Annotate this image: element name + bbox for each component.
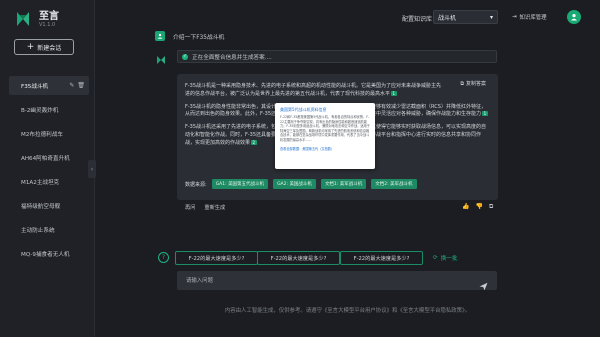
citation-badge[interactable]: 2 [251, 139, 257, 145]
copy-answer-label: 复制答案 [465, 81, 486, 87]
citation-popup: 美国第5代战斗机资料信息 F-22和F-35都是美国第5代战斗机，有着各自的特点… [275, 103, 375, 169]
source-tag[interactable]: GA1: 美国第五代战斗机 [211, 179, 269, 189]
sidebar-item-defense[interactable]: 主动防止系统 [9, 220, 89, 239]
copy-icon: ⧉ [460, 80, 464, 87]
answer-links: 再问 重新生成 [185, 204, 225, 211]
feedback-bar: 👍 👎 ⧉ [462, 203, 493, 211]
send-icon [479, 282, 488, 291]
kb-manage-link[interactable]: ⇥ 知识库管理 [512, 13, 547, 21]
collapse-sidebar-button[interactable]: ‹ [88, 160, 96, 178]
source-tag[interactable]: 文档1: 美军战斗机 [320, 179, 367, 189]
sidebar-item-label: B-2幽灵轰炸机 [21, 107, 59, 114]
disclaimer-footer: 内容由人工智能生成，仅供参考。请遵守《至言大模型平台用户协议》和《至言大模型平台… [224, 308, 471, 314]
thumbs-up-icon[interactable]: 👍 [462, 203, 469, 211]
chevron-down-icon: ▾ [489, 13, 493, 21]
edit-icon[interactable]: ✎ [69, 82, 74, 89]
sidebar-item-mq9[interactable]: MQ-9捕食者无人机 [9, 244, 89, 263]
avatar-icon [571, 14, 577, 21]
sidebar-item-m2[interactable]: M2布拉德利战车 [9, 124, 89, 143]
logo-icon [13, 9, 33, 29]
sidebar-item-label: MQ-9捕食者无人机 [21, 251, 70, 258]
paragraph-text: F-35战斗机是一种采用隐身技术、先进的电子系统和高超的机动性能的战斗机。它是美… [185, 83, 442, 97]
user-message: 介绍一下F35战斗机 [173, 34, 225, 41]
popup-body: F-22和F-35都是美国第5代战斗机，有着各自的特点和优势，F-22主要用于争… [280, 115, 370, 142]
new-chat-label: 新建会话 [37, 44, 62, 52]
popup-footer-link[interactable]: 查看全部数据：美国第五代（文档数） [280, 146, 370, 151]
sidebar-item-label: 主动防止系统 [21, 227, 55, 234]
kb-manage-label: 知识库管理 [519, 15, 547, 21]
kb-manage-icon: ⇥ [512, 14, 517, 20]
sidebar: 至言 V1.1.0 + 新建会话 F35战斗机 ✎ 🗑 B-2幽灵轰炸机 M2布… [0, 0, 95, 337]
collapse-icon: ‹ [90, 165, 94, 173]
sidebar-item-ah64[interactable]: AH64阿帕奇直升机 [9, 148, 89, 167]
user-message-row: 介绍一下F35战斗机 [155, 31, 224, 41]
citation-badge[interactable]: 1 [391, 90, 397, 96]
sidebar-item-ford[interactable]: 福特级航空母舰 [9, 196, 89, 215]
sidebar-item-f35[interactable]: F35战斗机 ✎ 🗑 [9, 76, 89, 95]
sidebar-item-label: M1A2主战坦克 [21, 179, 60, 186]
citation-badge[interactable]: 1 [482, 111, 488, 117]
generation-status: ✓ 正在全面整合信息并生成答案.... [177, 50, 497, 63]
copy-icon[interactable]: ⧉ [489, 203, 493, 211]
copy-answer-button[interactable]: ⧉ 复制答案 [460, 80, 486, 88]
popup-title: 美国第5代战斗机资料信息 [280, 107, 327, 112]
question-input[interactable] [186, 275, 466, 286]
suggested-question[interactable]: F-22的最大速度是多少? [340, 251, 423, 265]
regenerate-link[interactable]: 重新生成 [204, 204, 225, 211]
kb-select[interactable]: 战斗机 ▾ [433, 10, 498, 24]
sidebar-item-label: 福特级航空母舰 [21, 203, 61, 210]
ask-again-link[interactable]: 再问 [185, 204, 195, 211]
question-icon: ? [158, 252, 169, 263]
check-icon: ✓ [182, 53, 188, 60]
user-icon [155, 31, 165, 41]
kb-selected-value: 战斗机 [438, 14, 457, 22]
refresh-label: 换一批 [440, 256, 458, 262]
sidebar-item-label: M2布拉德利战车 [21, 131, 63, 138]
app-title: 至言 [39, 10, 59, 22]
sidebar-item-b2[interactable]: B-2幽灵轰炸机 [9, 100, 89, 119]
plus-icon: + [26, 41, 35, 52]
refresh-icon: ⟳ [433, 255, 438, 261]
suggested-question[interactable]: F-22的最大速度是多少? [175, 251, 258, 265]
thumbs-down-icon[interactable]: 👎 [475, 203, 482, 211]
send-button[interactable] [479, 276, 488, 291]
sources-row: 数据来源: GA1: 美国第五代战斗机 GA2: 美国战斗机 文档1: 美军战斗… [185, 179, 417, 189]
suggested-question[interactable]: F-22的最大速度是多少? [257, 251, 340, 265]
answer-paragraph: F-35战斗机是一种采用隐身技术、先进的电子系统和高超的机动性能的战斗机。它是美… [185, 83, 489, 98]
source-tag[interactable]: 文档2: 美军战斗机 [371, 179, 417, 189]
delete-icon[interactable]: 🗑 [77, 82, 85, 89]
conversation-list: F35战斗机 ✎ 🗑 B-2幽灵轰炸机 M2布拉德利战车 AH64阿帕奇直升机 … [9, 76, 89, 268]
kb-label: 配置知识库 [402, 16, 433, 23]
avatar[interactable] [567, 10, 581, 24]
app-version: V1.1.0 [39, 21, 56, 28]
sidebar-item-label: AH64阿帕奇直升机 [21, 155, 70, 162]
new-chat-button[interactable]: + 新建会话 [14, 39, 74, 55]
status-text: 正在全面整合信息并生成答案.... [192, 54, 272, 61]
source-tag[interactable]: GA2: 美国战斗机 [273, 179, 316, 189]
refresh-suggestions-button[interactable]: ⟳ 换一批 [433, 254, 457, 262]
sidebar-item-label: F35战斗机 [21, 83, 49, 90]
bot-icon [155, 51, 167, 64]
sidebar-item-m1a2[interactable]: M1A2主战坦克 [9, 172, 89, 191]
question-input-box [177, 271, 497, 291]
app-logo: 至言 V1.1.0 [13, 9, 59, 29]
sources-label: 数据来源: [185, 181, 207, 188]
